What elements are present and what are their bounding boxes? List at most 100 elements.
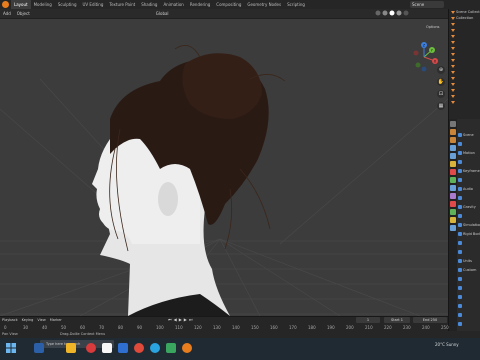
- property-checkbox[interactable]: [458, 142, 462, 146]
- scene-selector[interactable]: Scene: [410, 1, 444, 8]
- menu-playback[interactable]: Playback: [0, 318, 20, 322]
- menu-object[interactable]: Object: [14, 11, 33, 16]
- properties-tab-icon[interactable]: [450, 169, 456, 175]
- office-icon[interactable]: [102, 343, 112, 353]
- menu-view[interactable]: View: [35, 318, 47, 322]
- weather-widget[interactable]: 20°C Sunny: [435, 342, 459, 347]
- property-row[interactable]: [458, 241, 463, 245]
- workspace-tab[interactable]: Compositing: [213, 0, 244, 9]
- properties-tab-icon[interactable]: [450, 145, 456, 151]
- property-checkbox[interactable]: [458, 313, 462, 317]
- properties-tab-icon[interactable]: [450, 217, 456, 223]
- property-row[interactable]: Audio: [458, 187, 473, 191]
- task-view-icon[interactable]: [34, 343, 44, 353]
- prev-key-icon[interactable]: ◀: [174, 317, 177, 322]
- property-checkbox[interactable]: [458, 304, 462, 308]
- opera-icon[interactable]: [86, 343, 96, 353]
- workspace-tab[interactable]: UV Editing: [80, 0, 107, 9]
- properties-tab-icon[interactable]: [450, 161, 456, 167]
- properties-tab-icon[interactable]: [450, 129, 456, 135]
- camera-icon[interactable]: ⊡: [437, 90, 445, 98]
- windows-start-icon[interactable]: [6, 343, 16, 353]
- menu-keying[interactable]: Keying: [20, 318, 36, 322]
- play-icon[interactable]: ▶: [179, 317, 182, 322]
- properties-tab-icon[interactable]: [450, 185, 456, 191]
- jump-start-icon[interactable]: ⏮: [168, 317, 172, 322]
- mail-icon[interactable]: [118, 343, 128, 353]
- current-frame-field[interactable]: 1: [356, 317, 380, 323]
- property-checkbox[interactable]: [458, 160, 462, 164]
- pan-hand-icon[interactable]: ✋: [437, 78, 445, 86]
- property-checkbox[interactable]: [458, 178, 462, 182]
- property-checkbox[interactable]: [458, 205, 462, 209]
- property-row[interactable]: Rigid Body: [458, 232, 480, 236]
- property-row[interactable]: Motion: [458, 151, 475, 155]
- properties-tab-icon[interactable]: [450, 209, 456, 215]
- workspace-tab[interactable]: Texture Paint: [106, 0, 138, 9]
- property-row[interactable]: [458, 286, 463, 290]
- property-checkbox[interactable]: [458, 295, 462, 299]
- properties-tab-icon[interactable]: [450, 225, 456, 231]
- property-checkbox[interactable]: [458, 268, 462, 272]
- property-checkbox[interactable]: [458, 187, 462, 191]
- property-row[interactable]: [458, 250, 463, 254]
- properties-tab-icon[interactable]: [450, 153, 456, 159]
- store-icon[interactable]: [166, 343, 176, 353]
- edge-icon[interactable]: [150, 343, 160, 353]
- workspace-tab[interactable]: Sculpting: [55, 0, 80, 9]
- property-checkbox[interactable]: [458, 133, 462, 137]
- properties-tab-icon[interactable]: [450, 193, 456, 199]
- end-frame-field[interactable]: End 250: [413, 317, 447, 323]
- property-row[interactable]: Simulation: [458, 223, 480, 227]
- property-row[interactable]: [458, 196, 463, 200]
- blender-taskbar-icon[interactable]: [182, 343, 192, 353]
- zoom-icon[interactable]: ⊕: [437, 66, 445, 74]
- properties-tab-icon[interactable]: [450, 201, 456, 207]
- start-frame-field[interactable]: Start 1: [384, 317, 410, 323]
- property-row[interactable]: Scene: [458, 133, 474, 137]
- navigation-gizmo[interactable]: X Y Z: [408, 41, 440, 73]
- workspace-tab[interactable]: Rendering: [187, 0, 213, 9]
- property-checkbox[interactable]: [458, 277, 462, 281]
- workspace-tab[interactable]: Scripting: [284, 0, 308, 9]
- blender-logo-icon[interactable]: [2, 1, 9, 8]
- chrome-icon[interactable]: [134, 343, 144, 353]
- jump-end-icon[interactable]: ⏭: [189, 317, 193, 322]
- property-checkbox[interactable]: [458, 223, 462, 227]
- menu-marker[interactable]: Marker: [48, 318, 64, 322]
- workspace-tab[interactable]: Shading: [138, 0, 160, 9]
- property-checkbox[interactable]: [458, 232, 462, 236]
- property-row[interactable]: Keyframe: [458, 169, 480, 173]
- property-checkbox[interactable]: [458, 250, 462, 254]
- grid-view-icon[interactable]: ▦: [437, 102, 445, 110]
- property-checkbox[interactable]: [458, 214, 462, 218]
- property-row[interactable]: [458, 277, 463, 281]
- property-row[interactable]: [458, 295, 463, 299]
- property-checkbox[interactable]: [458, 286, 462, 290]
- property-row[interactable]: [458, 214, 463, 218]
- playback-controls[interactable]: ⏮ ◀ ▶ ▶ ⏭: [168, 317, 192, 322]
- workspace-tab[interactable]: Layout: [11, 0, 31, 9]
- outliner-item[interactable]: [449, 99, 480, 105]
- property-row[interactable]: [458, 160, 463, 164]
- property-checkbox[interactable]: [458, 151, 462, 155]
- property-row[interactable]: [458, 178, 463, 182]
- property-checkbox[interactable]: [458, 169, 462, 173]
- next-key-icon[interactable]: ▶: [184, 317, 187, 322]
- property-row[interactable]: Units: [458, 259, 472, 263]
- property-row[interactable]: [458, 322, 463, 326]
- property-checkbox[interactable]: [458, 322, 462, 326]
- property-row[interactable]: [458, 313, 463, 317]
- property-checkbox[interactable]: [458, 241, 462, 245]
- file-explorer-icon[interactable]: [66, 343, 76, 353]
- property-checkbox[interactable]: [458, 259, 462, 263]
- 3d-viewport[interactable]: X Y Z Options ⊕ ✋ ⊡ ▦: [0, 19, 448, 316]
- property-row[interactable]: Gravity: [458, 205, 476, 209]
- property-row[interactable]: [458, 304, 463, 308]
- workspace-tab[interactable]: Geometry Nodes: [244, 0, 284, 9]
- workspace-tab[interactable]: Animation: [160, 0, 186, 9]
- menu-add[interactable]: Add: [0, 11, 14, 16]
- options-dropdown[interactable]: Options: [426, 25, 440, 29]
- property-checkbox[interactable]: [458, 196, 462, 200]
- workspace-tab[interactable]: Modeling: [31, 0, 55, 9]
